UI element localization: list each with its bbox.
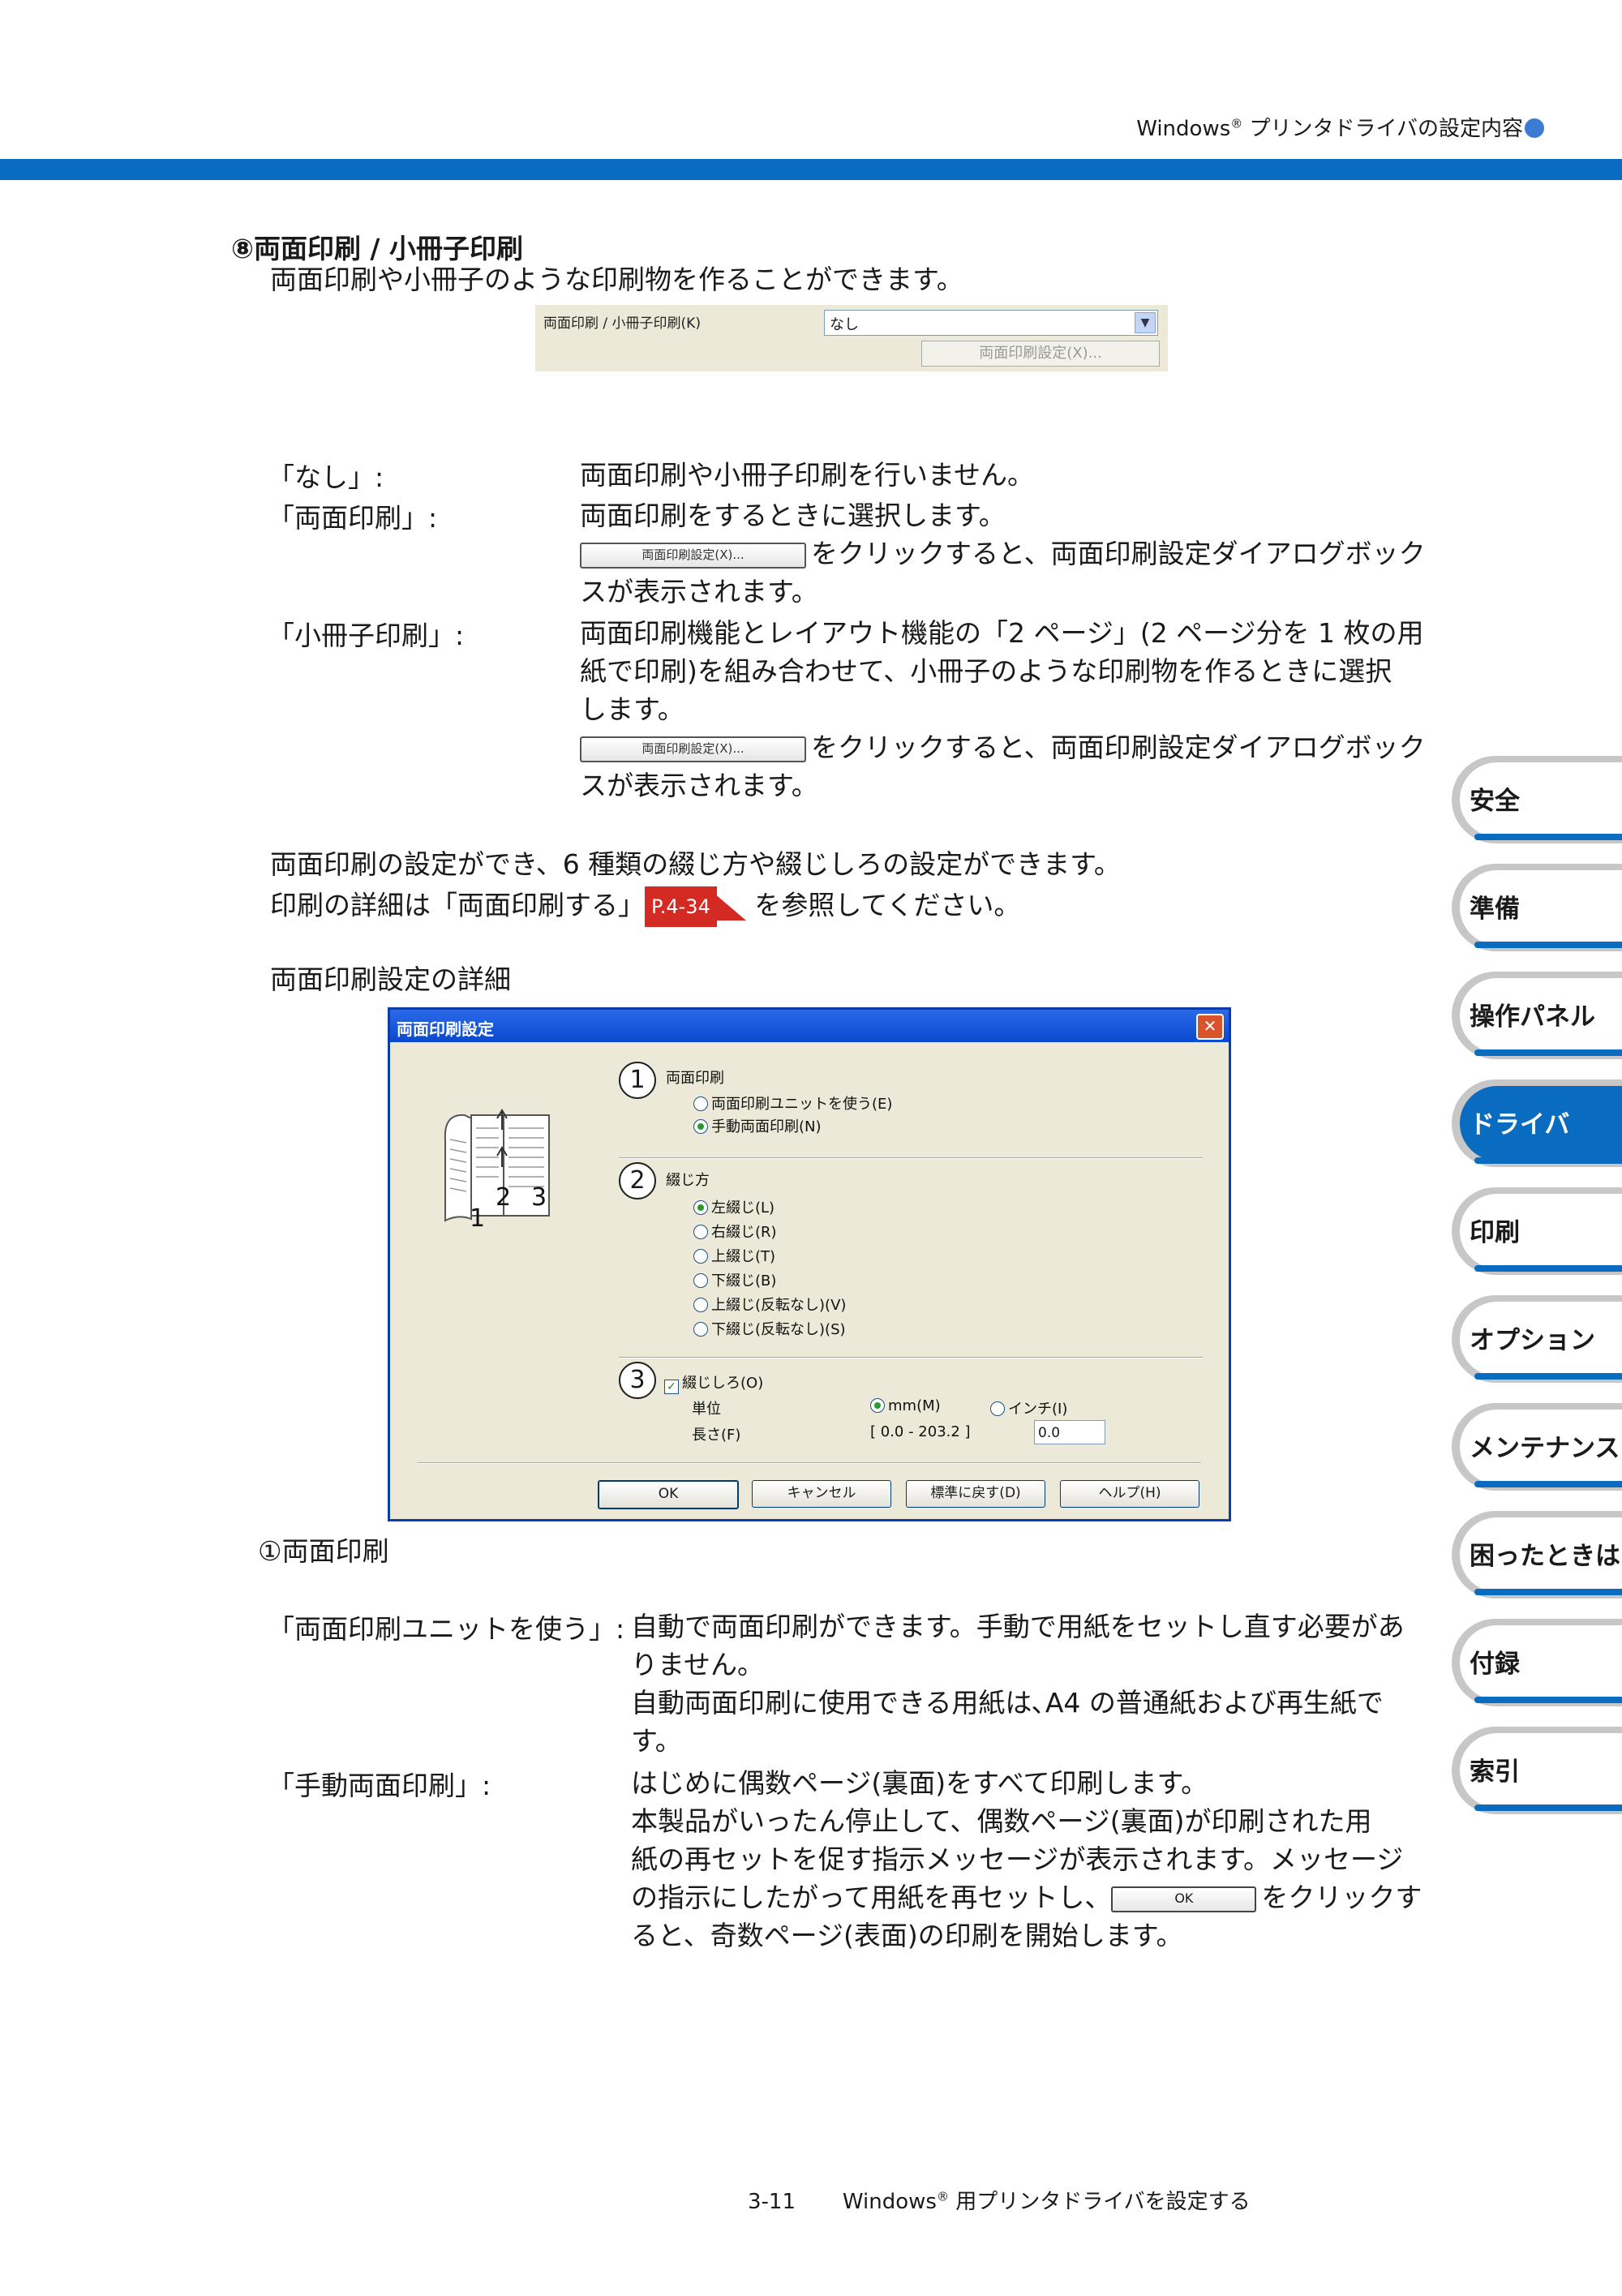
- option-term-none: 「なし」:: [268, 461, 384, 493]
- illus-page-2: 2: [496, 1183, 512, 1212]
- option-term-manual-duplex: 「手動両面印刷」:: [268, 1770, 491, 1801]
- radio-unit-inch[interactable]: インチ(I): [990, 1397, 1067, 1418]
- radio-manual-duplex[interactable]: 手動両面印刷(N): [693, 1115, 822, 1136]
- tab-preparation[interactable]: 準備: [1452, 864, 1622, 951]
- radio-selected-icon[interactable]: [693, 1200, 708, 1215]
- checkbox-checked-icon[interactable]: ✓: [664, 1380, 679, 1394]
- option-desc-none: 両面印刷や小冊子印刷を行いません。: [580, 459, 1035, 491]
- ok-inline-button[interactable]: OK: [1111, 1886, 1257, 1912]
- duplex-settings-dialog: 両面印刷設定 ✕ 2 3 1 1 両面印刷 両面印刷ユニットを使う(E) 手動両面…: [388, 1007, 1231, 1521]
- duplex-settings-inline-button[interactable]: 両面印刷設定(X)...: [580, 542, 806, 569]
- illus-page-1: 1: [470, 1204, 486, 1233]
- radio-bottom-bind-noflip[interactable]: 下綴じ(反転なし)(S): [693, 1318, 846, 1339]
- section-heading: ⑧両面印刷 / 小冊子印刷: [231, 233, 523, 264]
- tab-driver[interactable]: ドライバ: [1452, 1079, 1622, 1167]
- tab-options[interactable]: オプション: [1452, 1295, 1622, 1383]
- tab-printing[interactable]: 印刷: [1452, 1187, 1622, 1275]
- radio-left-bind[interactable]: 左綴じ(L): [693, 1196, 775, 1217]
- radio-icon[interactable]: [693, 1273, 708, 1288]
- header-dot-icon: [1525, 118, 1544, 138]
- tab-index[interactable]: 索引: [1452, 1727, 1622, 1814]
- radio-icon[interactable]: [693, 1322, 708, 1337]
- option-term-duplex: 「両面印刷」:: [268, 502, 438, 534]
- header-bar: [0, 159, 1622, 180]
- page-number: 3-11: [748, 2190, 796, 2214]
- radio-use-duplex-unit[interactable]: 両面印刷ユニットを使う(E): [693, 1092, 892, 1114]
- callout-1: 1: [619, 1062, 656, 1099]
- radio-top-bind[interactable]: 上綴じ(T): [693, 1245, 775, 1266]
- radio-right-bind[interactable]: 右綴じ(R): [693, 1221, 777, 1242]
- option-desc-manual-duplex: はじめに偶数ページ(裏面)をすべて印刷します。 本製品がいったん停止して、偶数ペ…: [631, 1767, 1422, 1951]
- radio-top-bind-noflip[interactable]: 上綴じ(反転なし)(V): [693, 1294, 846, 1315]
- option-term-duplex-unit: 「両面印刷ユニットを使う」:: [268, 1613, 625, 1645]
- option-desc-duplex: 両面印刷をするときに選択します。 両面印刷設定(X)... をクリックすると、両面…: [580, 500, 1426, 607]
- close-icon[interactable]: ✕: [1196, 1014, 1224, 1040]
- cancel-button[interactable]: キャンセル: [752, 1480, 891, 1508]
- radio-icon[interactable]: [693, 1225, 708, 1239]
- callout-3: 3: [619, 1362, 656, 1399]
- radio-bottom-bind[interactable]: 下綴じ(B): [693, 1269, 776, 1290]
- radio-unit-mm[interactable]: mm(M): [870, 1397, 941, 1414]
- unit-label: 単位: [692, 1401, 721, 1418]
- option-desc-booklet: 両面印刷機能とレイアウト機能の「2 ページ」(2 ページ分を 1 枚の用 紙で印…: [580, 617, 1426, 801]
- option-term-booklet: 「小冊子印刷」:: [268, 620, 465, 651]
- duplex-settings-button[interactable]: 両面印刷設定(X)...: [921, 341, 1160, 367]
- dialog-titlebar: 両面印刷設定 ✕: [390, 1010, 1229, 1042]
- help-button[interactable]: ヘルプ(H): [1060, 1480, 1199, 1508]
- tab-safety[interactable]: 安全: [1452, 756, 1622, 843]
- page-header-title: Windows® プリンタドライバの設定内容: [1136, 112, 1544, 142]
- reference-arrow-icon: [713, 893, 746, 921]
- option-desc-duplex-unit: 自動で両面印刷ができます。手動で用紙をセットし直す必要があ りません。 自動両面…: [631, 1611, 1405, 1757]
- paragraph-reference: 印刷の詳細は「両面印刷する」 P.4-34 を参照してください。: [270, 886, 1020, 927]
- tab-maintenance[interactable]: メンテナンス: [1452, 1403, 1622, 1491]
- tab-troubleshooting[interactable]: 困ったときは: [1452, 1511, 1622, 1599]
- paragraph-binding: 両面印刷の設定ができ、6 種類の綴じ方や綴じしろの設定ができます。: [270, 848, 1121, 880]
- separator: [619, 1157, 1203, 1159]
- ok-button[interactable]: OK: [598, 1480, 739, 1509]
- section-intro: 両面印刷や小冊子のような印刷物を作ることができます。: [270, 264, 963, 295]
- sub-heading-duplex: ①両面印刷: [258, 1535, 389, 1567]
- radio-selected-icon[interactable]: [693, 1119, 708, 1134]
- radio-icon[interactable]: [693, 1097, 708, 1111]
- tab-appendix[interactable]: 付録: [1452, 1619, 1622, 1706]
- restore-defaults-button[interactable]: 標準に戻す(D): [906, 1480, 1045, 1508]
- page-reference-link[interactable]: P.4-34: [645, 886, 717, 927]
- separator: [619, 1357, 1203, 1358]
- detail-heading: 両面印刷設定の詳細: [270, 963, 511, 995]
- length-label: 長さ(F): [692, 1427, 741, 1444]
- illus-page-3: 3: [531, 1183, 547, 1212]
- chevron-down-icon[interactable]: ▼: [1135, 312, 1156, 333]
- callout-2: 2: [619, 1162, 656, 1199]
- duplex-select[interactable]: なし ▼: [824, 310, 1158, 336]
- page-footer: 3-11 Windows® 用プリンタドライバを設定する: [748, 2189, 1251, 2214]
- radio-icon[interactable]: [693, 1249, 708, 1264]
- checkbox-binding-margin[interactable]: ✓ 綴じしろ(O): [664, 1371, 763, 1394]
- group-binding-label: 綴じ方: [666, 1172, 710, 1189]
- duplex-setting-snippet: 両面印刷 / 小冊子印刷(K) なし ▼ 両面印刷設定(X)...: [535, 305, 1168, 371]
- tab-control-panel[interactable]: 操作パネル: [1452, 972, 1622, 1059]
- separator: [418, 1462, 1201, 1464]
- booklet-settings-inline-button[interactable]: 両面印刷設定(X)...: [580, 736, 806, 762]
- length-range: [ 0.0 - 203.2 ]: [870, 1423, 971, 1440]
- radio-icon[interactable]: [693, 1298, 708, 1312]
- snippet-label: 両面印刷 / 小冊子印刷(K): [543, 315, 701, 332]
- radio-selected-icon[interactable]: [870, 1398, 885, 1413]
- group-duplex-label: 両面印刷: [666, 1070, 724, 1087]
- radio-icon[interactable]: [990, 1401, 1005, 1416]
- length-input[interactable]: 0.0: [1034, 1420, 1105, 1444]
